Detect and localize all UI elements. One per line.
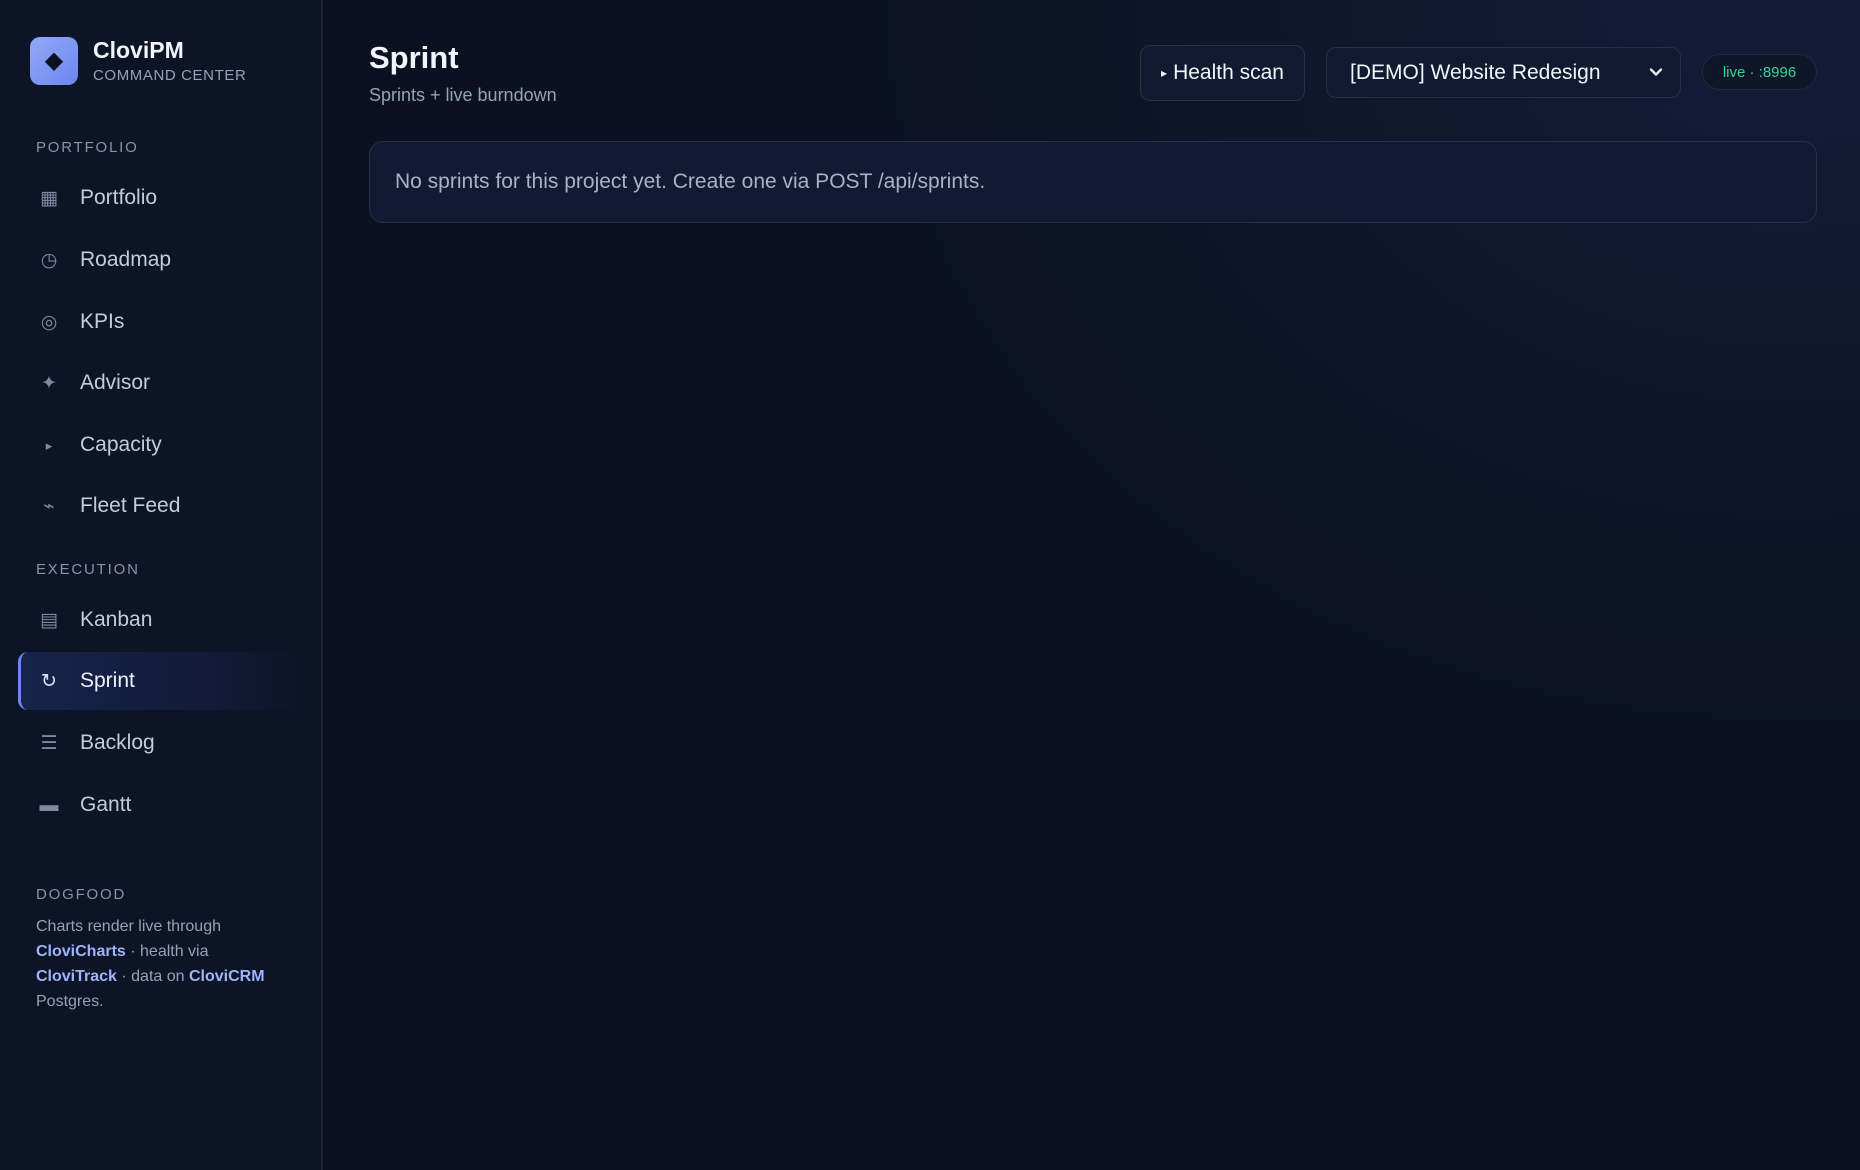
project-select-value: [DEMO] Website Redesign xyxy=(1350,60,1601,84)
sidebar-item-label: Backlog xyxy=(80,731,155,754)
brand[interactable]: ◆ CloviPM COMMAND CENTER xyxy=(30,37,246,85)
brand-text: CloviPM COMMAND CENTER xyxy=(93,37,246,85)
live-status-badge: live · :8996 xyxy=(1702,54,1817,90)
dogfood-text-4: Postgres. xyxy=(36,993,104,1010)
sidebar-item-advisor[interactable]: ✦ Advisor xyxy=(18,354,308,412)
dogfood-text-3: · data on xyxy=(116,968,189,985)
app-root: ◆ CloviPM COMMAND CENTER PORTFOLIO ▦ Por… xyxy=(0,0,1860,1170)
page-subtitle: Sprints + live burndown xyxy=(369,85,557,105)
clovicharts-link[interactable]: CloviCharts xyxy=(36,943,126,960)
page-title: Sprint xyxy=(369,40,459,75)
bar-icon: ▬ xyxy=(39,794,59,816)
sidebar-item-fleet-feed[interactable]: ⌁ Fleet Feed xyxy=(18,477,308,535)
clock-icon: ◷ xyxy=(40,249,58,271)
sidebar-item-label: Capacity xyxy=(80,433,162,456)
sidebar-item-kpis[interactable]: ◎ KPIs xyxy=(18,293,308,351)
sparkle-icon: ✦ xyxy=(41,372,57,394)
sidebar-item-label: Sprint xyxy=(80,669,135,692)
sidebar-item-gantt[interactable]: ▬ Gantt xyxy=(18,776,308,834)
sidebar-item-kanban[interactable]: ▤ Kanban xyxy=(18,591,308,649)
sidebar-item-label: KPIs xyxy=(80,310,125,333)
sidebar-item-label: Portfolio xyxy=(80,186,158,209)
dogfood-text-2: · health via xyxy=(125,943,209,960)
brand-subtitle: COMMAND CENTER xyxy=(93,67,247,84)
play-icon: ▸ xyxy=(1161,66,1168,80)
sidebar-item-label: Fleet Feed xyxy=(80,494,181,517)
play-icon: ▸ xyxy=(45,437,53,453)
chevron-down-icon xyxy=(1649,68,1663,76)
health-scan-label: Health scan xyxy=(1173,61,1284,84)
sidebar-item-capacity[interactable]: ▸ Capacity xyxy=(18,416,308,474)
brand-name: CloviPM xyxy=(93,37,184,63)
project-select[interactable]: [DEMO] Website Redesign xyxy=(1326,47,1681,98)
refresh-icon: ↻ xyxy=(41,670,57,692)
empty-state-panel: No sprints for this project yet. Create … xyxy=(369,141,1817,223)
list-icon: ☰ xyxy=(40,732,58,754)
brand-logo-icon: ◆ xyxy=(30,37,78,85)
sidebar-item-label: Kanban xyxy=(80,608,153,631)
empty-state-message: No sprints for this project yet. Create … xyxy=(395,170,986,193)
sidebar-item-roadmap[interactable]: ◷ Roadmap xyxy=(18,231,308,289)
section-label-portfolio: PORTFOLIO xyxy=(36,139,139,156)
sidebar-item-backlog[interactable]: ☰ Backlog xyxy=(18,714,308,772)
sidebar-item-portfolio[interactable]: ▦ Portfolio xyxy=(18,169,308,227)
clovitrack-link[interactable]: CloviTrack xyxy=(36,968,117,985)
section-label-execution: EXECUTION xyxy=(36,561,140,578)
sidebar-item-label: Roadmap xyxy=(80,248,172,271)
dogfood-text-1: Charts render live through xyxy=(36,918,221,935)
board-icon: ▤ xyxy=(40,609,58,631)
sidebar: ◆ CloviPM COMMAND CENTER PORTFOLIO ▦ Por… xyxy=(0,0,323,1170)
section-label-dogfood: DOGFOOD xyxy=(36,886,127,903)
main-content: Sprint Sprints + live burndown ▸ Health … xyxy=(323,0,1860,1170)
health-scan-button[interactable]: ▸ Health scan xyxy=(1140,45,1305,101)
pulse-icon: ⌁ xyxy=(43,495,55,517)
sidebar-item-sprint[interactable]: ↻ Sprint xyxy=(18,652,308,710)
dogfood-note: Charts render live through CloviCharts · … xyxy=(36,914,296,1014)
clovicrm-link[interactable]: CloviCRM xyxy=(189,968,265,985)
grid-icon: ▦ xyxy=(40,187,58,209)
target-icon: ◎ xyxy=(40,311,58,333)
sidebar-item-label: Gantt xyxy=(80,793,132,816)
sidebar-item-label: Advisor xyxy=(80,371,151,394)
